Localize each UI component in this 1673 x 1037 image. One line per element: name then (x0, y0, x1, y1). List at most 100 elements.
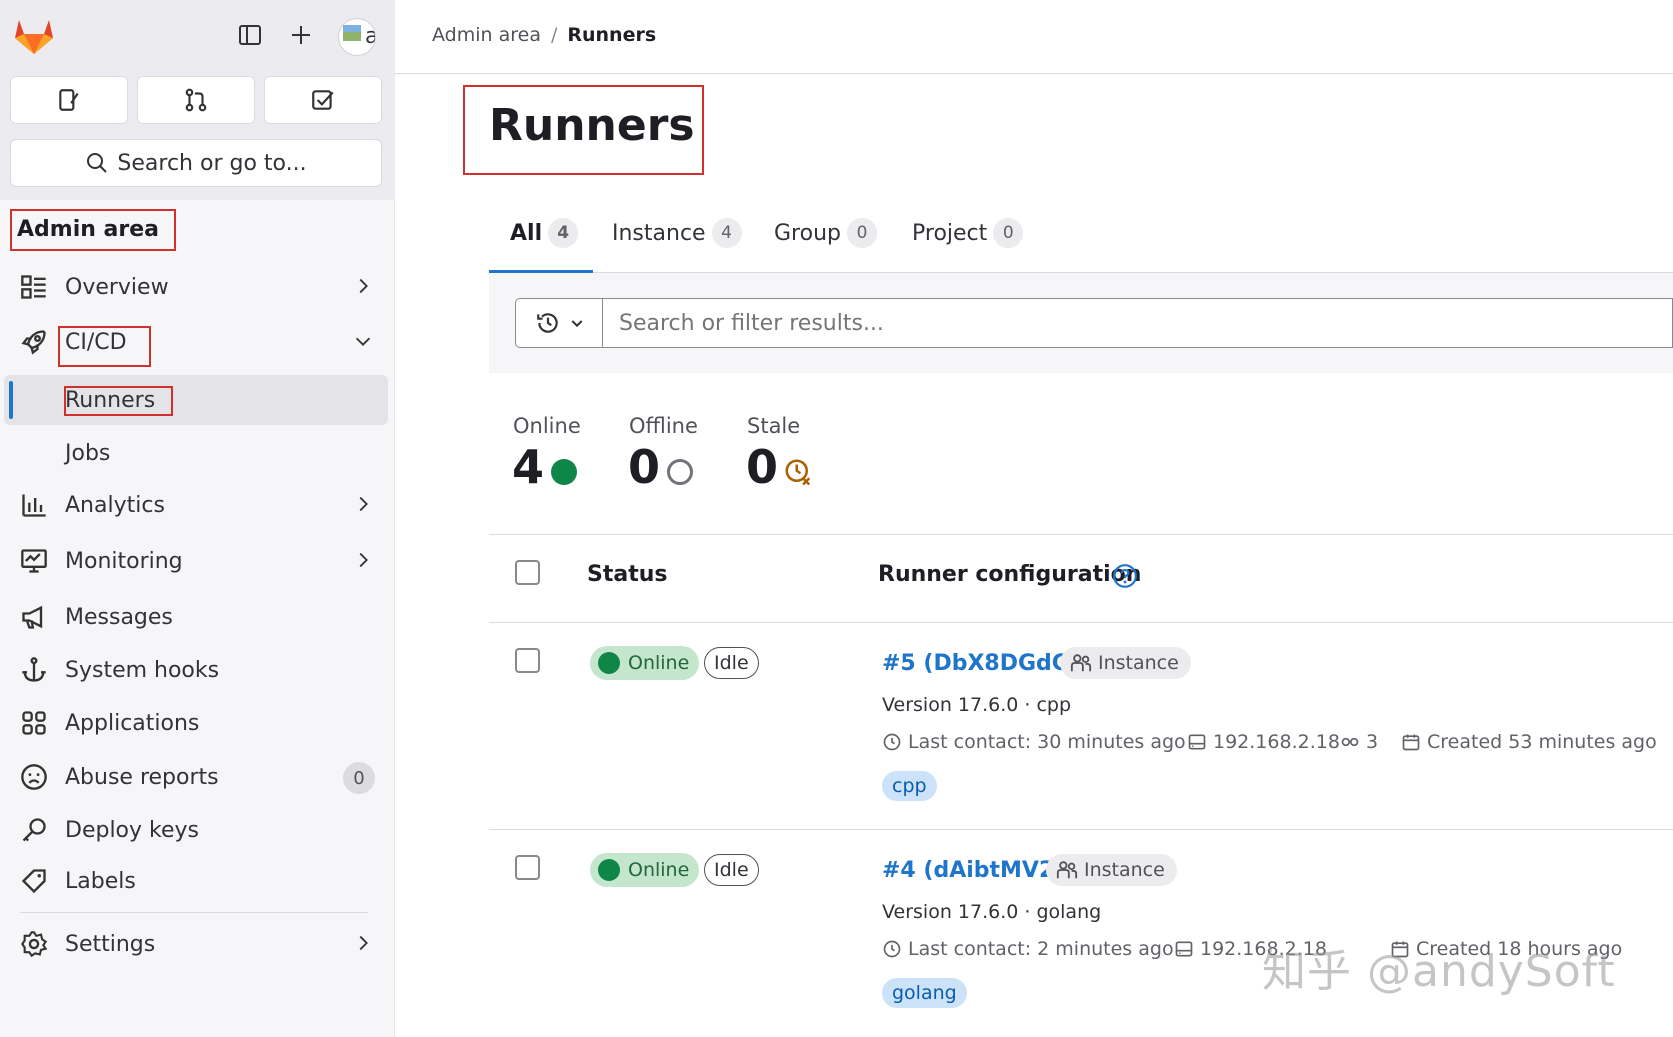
sidebar-item-label: Jobs (65, 440, 111, 466)
annotation-box-cicd (58, 326, 151, 367)
sad-face-icon (21, 764, 47, 790)
key-icon (22, 818, 46, 842)
chevron-right-icon (359, 278, 368, 294)
status-badge-online: Online (590, 646, 700, 680)
search-icon (87, 153, 108, 173)
chevron-right-icon (359, 496, 368, 512)
sidebar-item-deploy-keys[interactable]: Deploy keys (0, 806, 390, 854)
sidebar-item-applications[interactable]: Applications (0, 699, 390, 747)
select-all-checkbox[interactable] (515, 560, 540, 585)
status-text: Online (628, 859, 690, 881)
issues-icon (59, 89, 79, 111)
runner-link[interactable]: #4 (dAibtMV2) (882, 858, 1064, 883)
merge-request-icon (185, 88, 207, 112)
row-select-checkbox[interactable] (515, 648, 540, 673)
clock-icon (883, 733, 901, 751)
search-or-go-label: Search or go to... (117, 150, 307, 176)
search-or-go-button[interactable]: Search or go to... (10, 139, 382, 187)
table-top-divider (489, 534, 1673, 535)
sidebar-item-overview[interactable]: Overview (0, 263, 390, 311)
runner-jobs-count: 3 (1340, 731, 1378, 753)
monitor-icon (21, 549, 47, 573)
recent-searches-button[interactable] (515, 298, 603, 348)
sidebar-item-messages[interactable]: Messages (0, 593, 390, 641)
breadcrumb-admin-area[interactable]: Admin area (432, 24, 541, 46)
table-row-divider (489, 829, 1673, 830)
gitlab-logo-icon[interactable] (12, 14, 56, 58)
sidebar-toggle-icon[interactable] (235, 20, 265, 50)
sidebar-item-system-hooks[interactable]: System hooks (0, 646, 390, 694)
tab-all[interactable]: All 4 (510, 218, 579, 248)
runner-created: Created 53 minutes ago (1401, 731, 1657, 753)
sidebar-item-label: System hooks (65, 657, 220, 683)
avatar[interactable]: a (338, 18, 376, 56)
history-icon (536, 313, 558, 333)
jobs-count-text: 3 (1366, 731, 1379, 753)
offline-status-icon (667, 459, 693, 485)
online-status-icon (598, 859, 620, 881)
avatar-alt-text: a (365, 24, 375, 49)
sidebar-item-label: Monitoring (65, 548, 183, 574)
search-filter-input[interactable] (602, 298, 1673, 348)
stat-stale-value: 0 (746, 440, 779, 494)
sidebar-item-labels[interactable]: Labels (0, 857, 390, 905)
runner-link[interactable]: #5 (DbX8DGdG) (882, 651, 1080, 676)
merge-requests-button[interactable] (137, 76, 255, 124)
clock-icon (883, 940, 901, 958)
tab-label: Project (912, 220, 988, 246)
runner-type-text: Instance (1084, 859, 1165, 881)
anchor-icon (22, 657, 46, 682)
header-status: Status (587, 562, 668, 587)
abuse-reports-count-badge: 0 (343, 762, 375, 794)
ip-address-text: 192.168.2.18 (1213, 731, 1340, 753)
sidebar-item-label: Messages (65, 604, 173, 630)
help-icon[interactable] (1112, 563, 1138, 589)
tab-group[interactable]: Group 0 (774, 218, 877, 248)
sidebar: a Search or go to... Admin area Overview… (0, 0, 395, 1037)
stat-offline-value: 0 (628, 440, 661, 494)
runner-type-badge: Instance (1060, 647, 1191, 679)
runner-version: Version 17.6.0 · cpp (882, 694, 1072, 716)
status-badge-online: Online (590, 853, 700, 887)
stat-offline-label: Offline (629, 414, 698, 438)
runner-tag: cpp (882, 771, 937, 801)
sidebar-item-analytics[interactable]: Analytics (0, 481, 390, 529)
row-select-checkbox[interactable] (515, 855, 540, 880)
tab-instance[interactable]: Instance 4 (612, 218, 742, 248)
header-runner-configuration: Runner configuration (878, 562, 1142, 587)
sidebar-item-label: Applications (65, 710, 200, 736)
issues-button[interactable] (10, 76, 128, 124)
runner-last-contact: Last contact: 30 minutes ago (882, 731, 1186, 753)
last-contact-text: Last contact: 30 minutes ago (908, 731, 1186, 753)
breadcrumb-current[interactable]: Runners (567, 24, 656, 46)
tab-label: Group (774, 220, 841, 246)
todo-button[interactable] (264, 76, 382, 124)
page-title: Runners (489, 100, 695, 151)
chevron-down-icon (355, 337, 371, 346)
sidebar-item-settings[interactable]: Settings (0, 920, 390, 968)
label-icon (21, 869, 46, 894)
sidebar-item-jobs[interactable]: Jobs (0, 429, 390, 477)
last-contact-text: Last contact: 2 minutes ago (908, 938, 1174, 960)
users-icon (1056, 861, 1078, 879)
server-icon (1175, 941, 1193, 957)
sidebar-item-label: Analytics (65, 492, 165, 518)
header-divider (395, 73, 1673, 74)
plus-icon[interactable] (286, 20, 316, 50)
annotation-box-runners (64, 386, 173, 416)
status-text: Online (628, 652, 690, 674)
sidebar-item-monitoring[interactable]: Monitoring (0, 537, 390, 585)
applications-icon (22, 711, 46, 735)
online-status-icon (551, 459, 577, 485)
sidebar-item-runners[interactable]: Runners (0, 376, 390, 424)
chevron-right-icon (359, 552, 368, 568)
tab-count: 0 (846, 218, 877, 248)
stat-online-label: Online (513, 414, 581, 438)
tab-project[interactable]: Project 0 (912, 218, 1024, 248)
analytics-icon (22, 494, 46, 517)
todo-icon (312, 90, 334, 110)
sidebar-section-title: Admin area (10, 209, 176, 251)
tab-count: 4 (548, 218, 579, 248)
sidebar-item-abuse-reports[interactable]: Abuse reports (0, 753, 390, 801)
table-header-divider (489, 622, 1673, 623)
